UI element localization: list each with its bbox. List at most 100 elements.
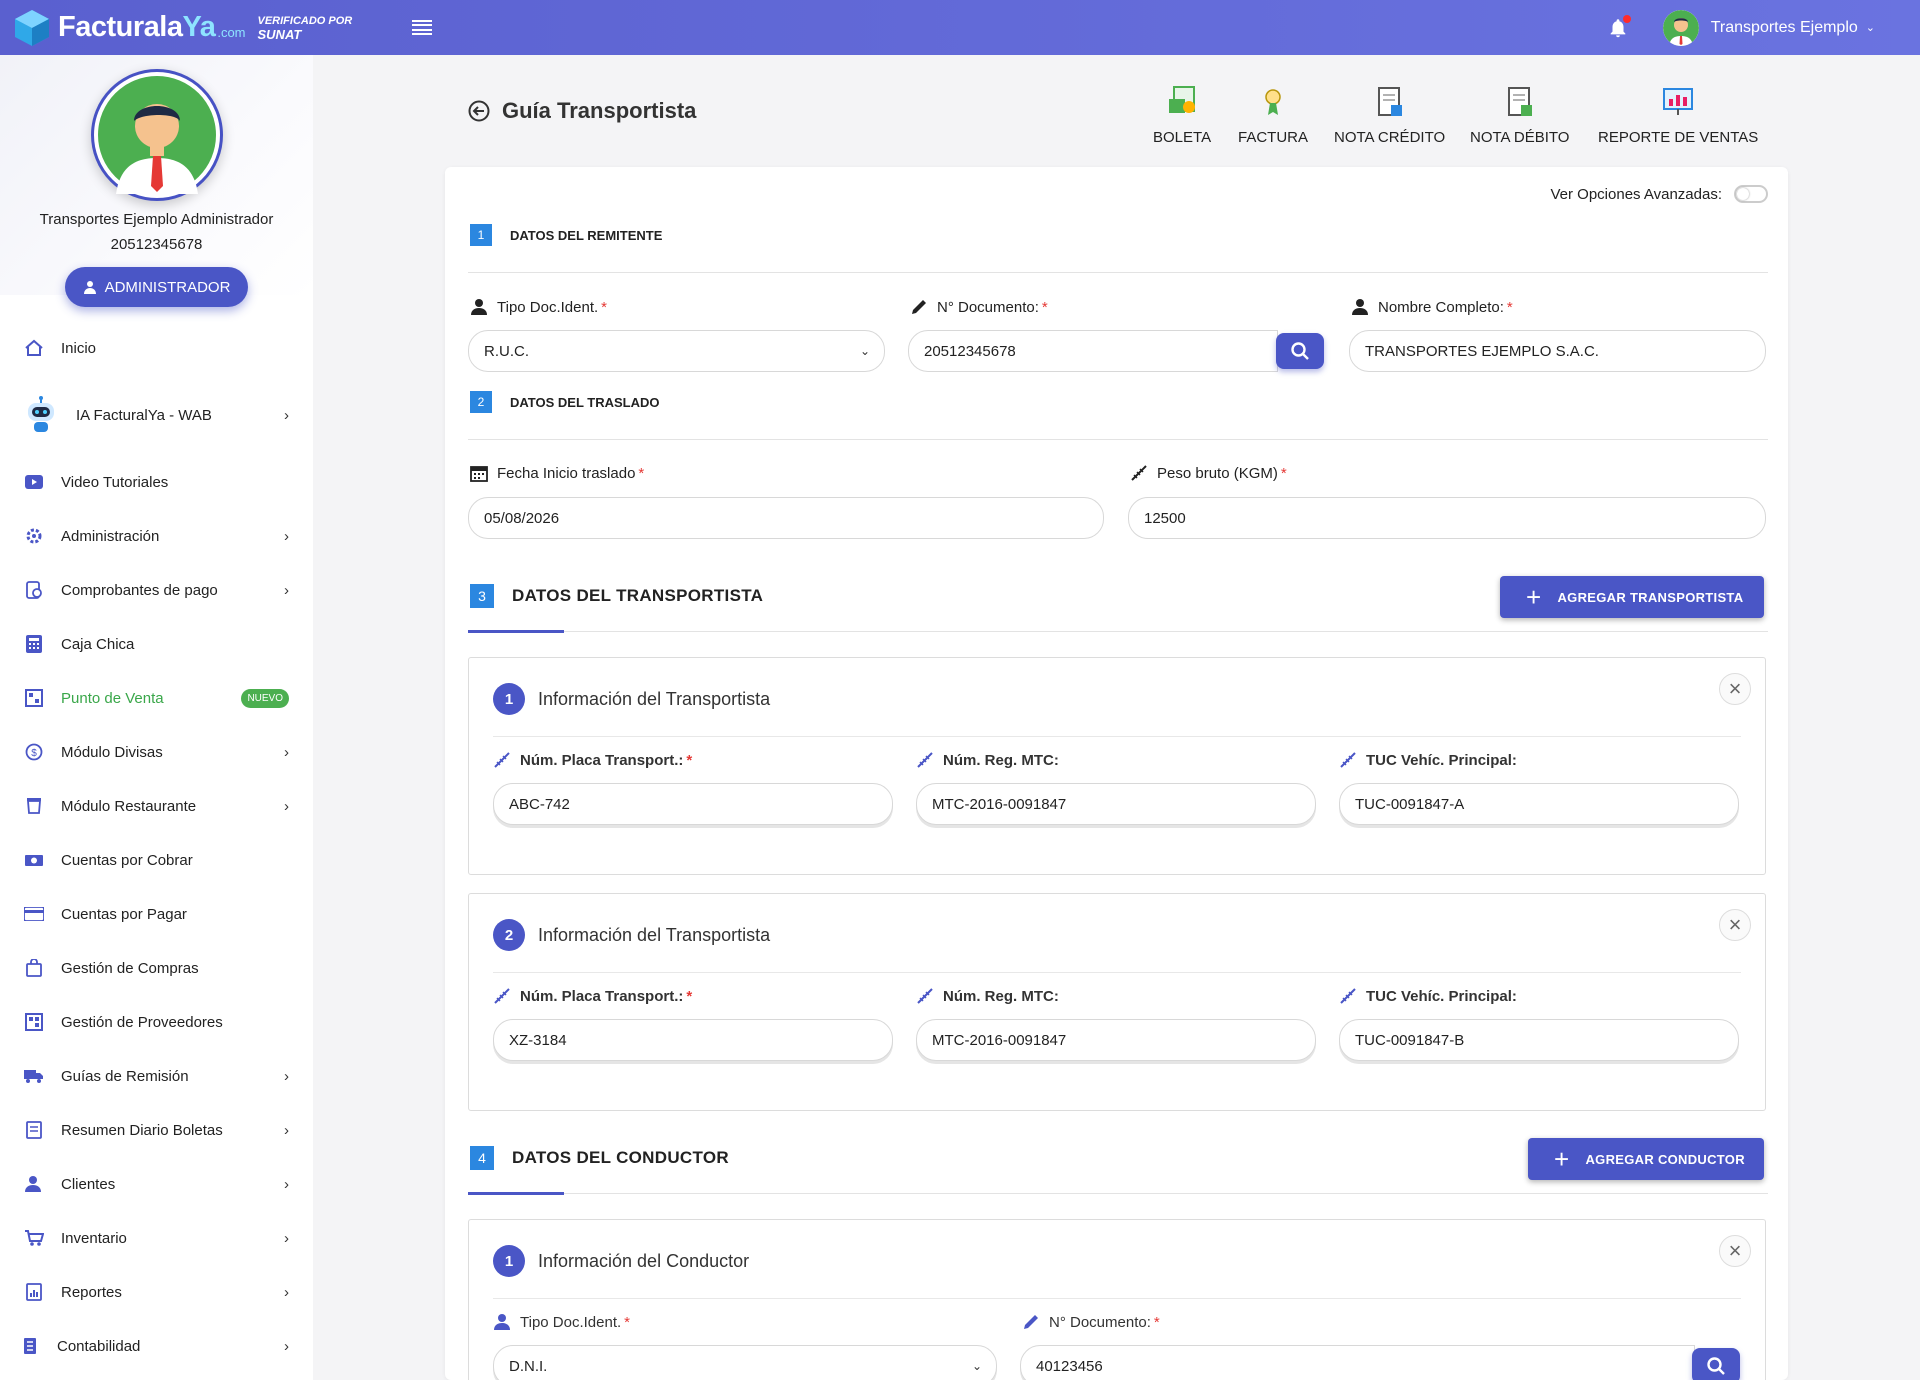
quick-reporte-ventas-button[interactable]: REPORTE DE VENTAS [1598,85,1758,146]
sidebar-item-punto-de-venta[interactable]: Punto de Venta NUEVO [0,671,313,725]
chevron-right-icon: › [284,743,289,761]
sidebar-item-modulo-restaurante[interactable]: Módulo Restaurante › [0,779,313,833]
sidebar-item-comprobantes[interactable]: Comprobantes de pago › [0,563,313,617]
search-conductor-button[interactable] [1692,1348,1740,1380]
chevron-down-icon: ⌄ [971,1359,982,1373]
advanced-options-toggle[interactable] [1734,185,1768,203]
sidebar: Transportes Ejemplo Administrador 205123… [0,55,313,1380]
sidebar-item-label: Punto de Venta [61,689,164,707]
sidebar-item-video-tutoriales[interactable]: Video Tutoriales [0,455,313,509]
brand-logo[interactable]: FacturalaYa .com VERIFICADO POR SUNAT [12,0,352,55]
user-avatar[interactable] [1662,9,1699,46]
search-document-button[interactable] [1276,333,1324,369]
notifications-bell-icon[interactable] [1607,14,1631,39]
quick-nota-debito-label: NOTA DÉBITO [1470,129,1570,146]
tuc-icon [1340,752,1356,768]
sidebar-item-inventario[interactable]: Inventario › [0,1211,313,1265]
conductor-documento-input[interactable]: 40123456 [1020,1345,1695,1380]
placa-input[interactable]: ABC-742 [493,783,893,825]
sidebar-item-modulo-divisas[interactable]: $ Módulo Divisas › [0,725,313,779]
required-mark: * [1153,1313,1160,1331]
back-arrow-icon[interactable] [468,100,490,122]
sidebar-item-cuentas-por-pagar[interactable]: Cuentas por Pagar [0,887,313,941]
sidebar-item-inicio[interactable]: Inicio [0,321,313,375]
quick-factura-button[interactable]: FACTURA [1238,85,1308,146]
sidebar-item-ia-facturalya[interactable]: IA FacturalYa - WAB › [0,375,313,455]
menu-toggle-icon[interactable] [412,19,433,36]
sidebar-item-contabilidad[interactable]: Contabilidad › [0,1319,313,1373]
chevron-right-icon: › [284,1283,289,1301]
add-transportista-button[interactable]: + AGREGAR TRANSPORTISTA [1500,576,1764,618]
svg-text:$: $ [31,748,37,759]
user-menu[interactable]: Transportes Ejemplo ⌄ [1711,19,1875,37]
cart-icon [24,1228,44,1248]
sidebar-item-label: Caja Chica [61,635,135,653]
sidebar-item-clientes[interactable]: Clientes › [0,1157,313,1211]
quick-nota-credito-button[interactable]: NOTA CRÉDITO [1334,85,1445,146]
tipo-doc-value: R.U.C. [484,342,529,360]
sidebar-item-caja-chica[interactable]: Caja Chica [0,617,313,671]
registry-icon [917,988,933,1004]
tuc-input[interactable]: TUC-0091847-A [1339,783,1739,825]
documento-value: 20512345678 [924,342,1016,360]
nombre-completo-input[interactable]: TRANSPORTES EJEMPLO S.A.C. [1349,330,1766,372]
peso-bruto-input[interactable]: 12500 [1128,497,1766,539]
transportista-card: 1 Información del Transportista × Núm. P… [468,657,1766,875]
sidebar-item-label: Inicio [61,339,97,357]
add-conductor-button[interactable]: + AGREGAR CONDUCTOR [1528,1138,1764,1180]
sidebar-item-label: Inventario [61,1229,127,1247]
weight-icon [1131,465,1147,481]
nota-credito-icon [1377,87,1402,116]
home-icon [24,338,44,358]
required-mark: * [1041,298,1048,316]
sidebar-item-administracion[interactable]: Administración › [0,509,313,563]
mtc-input[interactable]: MTC-2016-0091847 [916,1019,1316,1061]
remove-card-button[interactable]: × [1719,909,1751,941]
sidebar-item-gestion-proveedores[interactable]: Gestión de Proveedores [0,995,313,1049]
chevron-right-icon: › [284,527,289,545]
sidebar-item-guias-remision[interactable]: Guías de Remisión › [0,1049,313,1103]
profile-panel: Transportes Ejemplo Administrador 205123… [0,55,313,307]
remove-card-button[interactable]: × [1719,673,1751,705]
sidebar-item-label: Administración [61,527,160,545]
sidebar-item-cuentas-por-cobrar[interactable]: Cuentas por Cobrar [0,833,313,887]
ledger-icon [20,1336,40,1356]
sidebar-item-label: Video Tutoriales [61,473,169,491]
calendar-icon [470,466,488,482]
tipo-doc-select[interactable]: R.U.C. ⌄ [468,330,885,372]
sidebar-item-label: Comprobantes de pago [61,581,218,599]
sidebar-item-label: Cuentas por Pagar [61,905,187,923]
tipo-doc-label: Tipo Doc.Ident. [497,298,599,316]
sidebar-item-label: Módulo Restaurante [61,797,197,815]
section-transportista: 3 DATOS DEL TRANSPORTISTA [470,584,763,608]
main-content: Guía Transportista BOLETA FACTURA NOTA C… [313,55,1920,1380]
pencil-icon [1024,1315,1038,1329]
user-icon [471,299,487,315]
tuc-label: TUC Vehíc. Principal: [1366,987,1517,1005]
administrator-button[interactable]: ADMINISTRADOR [64,267,249,307]
placa-input[interactable]: XZ-3184 [493,1019,893,1061]
conductor-tipo-doc-select[interactable]: D.N.I. ⌄ [493,1345,997,1380]
quick-nota-credito-label: NOTA CRÉDITO [1334,129,1446,146]
sidebar-item-resumen-diario[interactable]: Resumen Diario Boletas › [0,1103,313,1157]
chevron-right-icon: › [284,406,289,424]
credit-card-icon [24,904,44,924]
quick-factura-label: FACTURA [1238,129,1309,146]
mtc-input[interactable]: MTC-2016-0091847 [916,783,1316,825]
cash-icon [24,850,44,870]
tuc-input[interactable]: TUC-0091847-B [1339,1019,1739,1061]
plate-icon [494,752,510,768]
quick-boleta-button[interactable]: BOLETA [1153,85,1211,146]
required-mark: * [1280,464,1287,482]
required-mark: * [624,1313,631,1331]
sidebar-item-gestion-compras[interactable]: Gestión de Compras [0,941,313,995]
sidebar-item-reportes[interactable]: Reportes › [0,1265,313,1319]
quick-nota-debito-button[interactable]: NOTA DÉBITO [1470,85,1569,146]
remove-card-button[interactable]: × [1719,1235,1751,1267]
chevron-right-icon: › [284,797,289,815]
robot-icon [24,395,58,435]
fecha-traslado-input[interactable]: 05/08/2026 [468,497,1104,539]
shopping-bag-icon [24,958,44,978]
documento-input[interactable]: 20512345678 [908,330,1278,372]
advanced-options-label: Ver Opciones Avanzadas: [1550,185,1722,203]
